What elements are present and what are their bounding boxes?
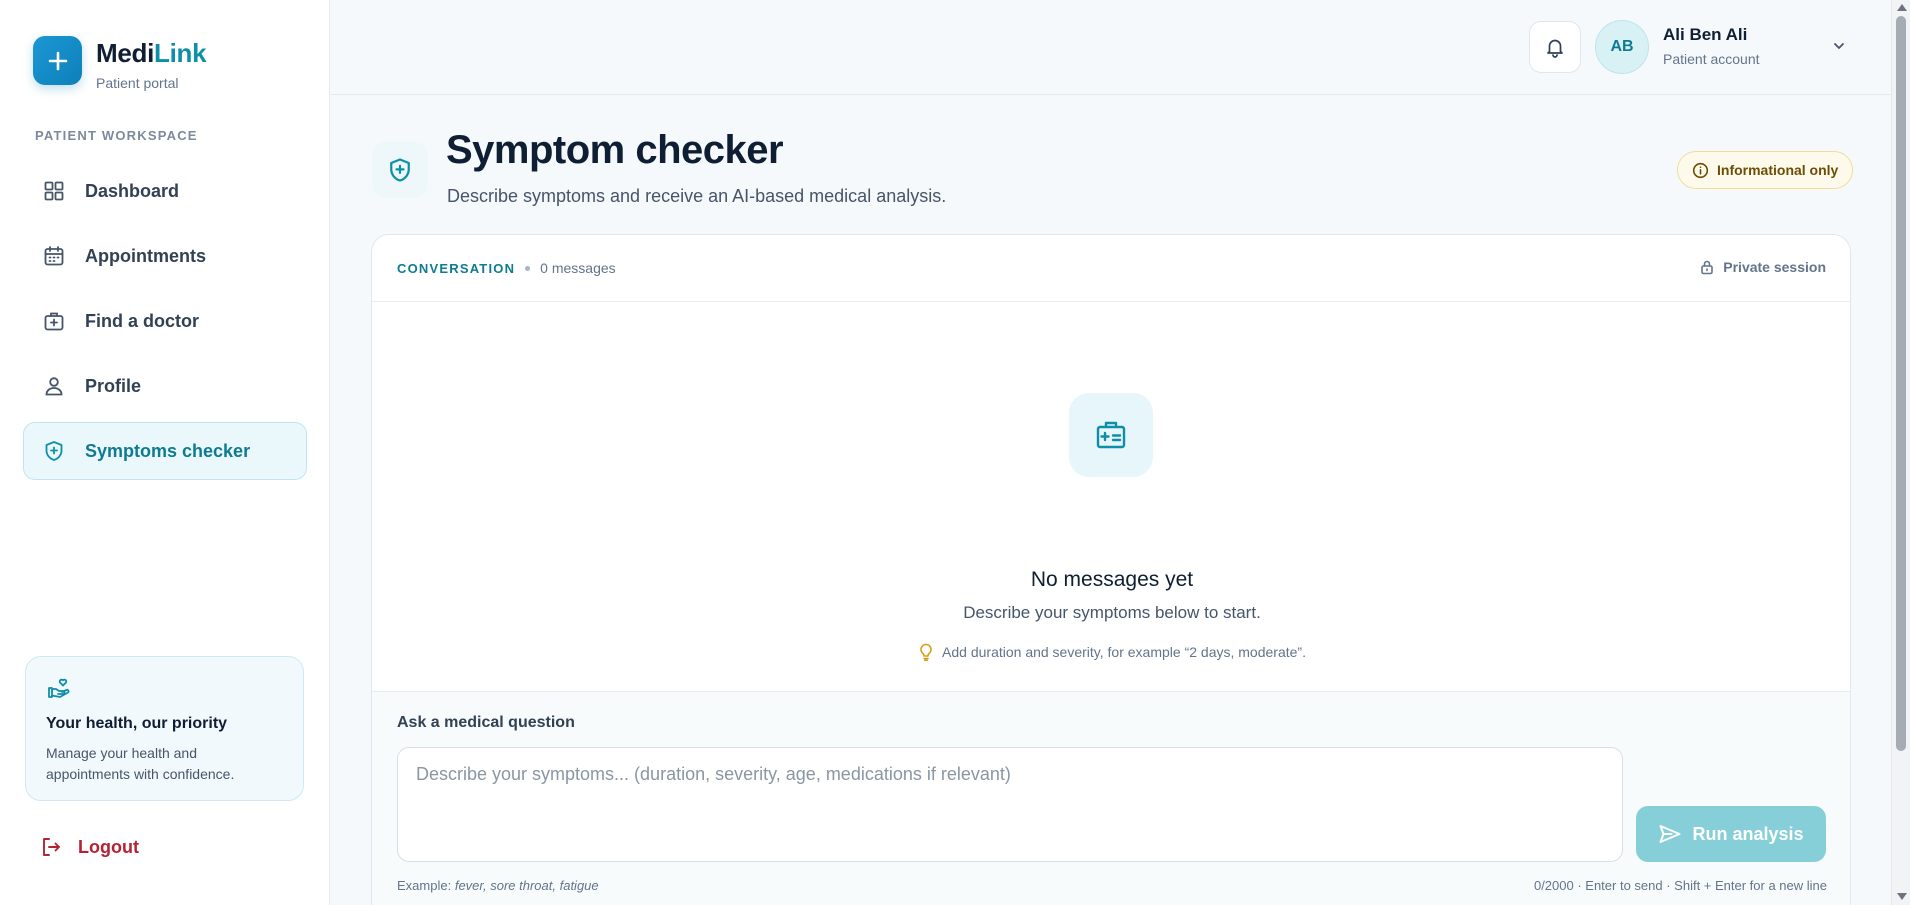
empty-state: No messages yet Describe your symptoms b…	[372, 303, 1850, 691]
avatar[interactable]: AB	[1595, 20, 1649, 74]
plus-icon	[33, 36, 82, 85]
informational-badge: Informational only	[1677, 151, 1854, 189]
lightbulb-icon	[918, 643, 934, 661]
sidebar-item-label: Symptoms checker	[85, 440, 251, 461]
hand-heart-icon	[46, 675, 283, 701]
promo-title: Your health, our priority	[46, 715, 228, 732]
shield-plus-icon	[42, 439, 66, 463]
calendar-icon	[42, 244, 66, 268]
sidebar-item-label: Profile	[85, 375, 142, 396]
brand-name: MediLink	[96, 38, 207, 68]
chevron-down-icon[interactable]	[1831, 38, 1847, 54]
grid-icon	[42, 179, 66, 203]
compose-label: Ask a medical question	[397, 714, 575, 731]
tip-text: Add duration and severity, for example “…	[942, 644, 1306, 660]
private-session-indicator: Private session	[1699, 259, 1826, 275]
sidebar-item-appointments[interactable]: Appointments	[23, 227, 307, 285]
sidebar-item-find-doctor[interactable]: Find a doctor	[23, 292, 307, 350]
bell-icon	[1544, 36, 1566, 58]
brand-text: MediLink Patient portal	[96, 38, 207, 91]
scroll-thumb[interactable]	[1896, 16, 1906, 751]
workspace-section-label: PATIENT WORKSPACE	[35, 128, 198, 143]
logout-icon	[40, 836, 62, 858]
sidebar-item-profile[interactable]: Profile	[23, 357, 307, 415]
sidebar-item-symptoms-checker[interactable]: Symptoms checker	[23, 422, 307, 480]
badge-label: Informational only	[1717, 162, 1839, 178]
page-subtitle: Describe symptoms and receive an AI-base…	[447, 186, 947, 206]
brand[interactable]: MediLink Patient portal	[33, 36, 207, 91]
logout-button[interactable]: Logout	[40, 836, 139, 858]
logout-label: Logout	[78, 836, 139, 857]
compose-area: Ask a medical question Run analysis Exam…	[372, 691, 1850, 905]
health-promo-card: Your health, our priority Manage your he…	[25, 656, 304, 801]
compose-example: Example: fever, sore throat, fatigue	[397, 878, 599, 893]
user-name[interactable]: Ali Ben Ali	[1663, 25, 1747, 45]
symptoms-input[interactable]	[397, 747, 1623, 862]
run-analysis-button[interactable]: Run analysis	[1636, 806, 1826, 862]
separator-dot	[525, 265, 531, 271]
medical-kit-icon	[1069, 393, 1153, 477]
sidebar-item-label: Dashboard	[85, 180, 180, 201]
info-icon	[1692, 162, 1709, 179]
send-icon	[1658, 823, 1682, 845]
promo-text: Manage your health and appointments with…	[46, 745, 235, 782]
brand-subtitle: Patient portal	[96, 75, 179, 91]
empty-state-tip: Add duration and severity, for example “…	[372, 643, 1850, 661]
sidebar: MediLink Patient portal PATIENT WORKSPAC…	[0, 0, 330, 905]
scroll-up-arrow[interactable]	[1897, 4, 1907, 11]
run-analysis-label: Run analysis	[1692, 823, 1804, 844]
notifications-button[interactable]	[1529, 21, 1581, 73]
sidebar-item-label: Appointments	[85, 245, 206, 266]
compose-hint: 0/2000 · Enter to send · Shift + Enter f…	[1533, 878, 1827, 893]
sidebar-item-label: Find a doctor	[85, 310, 199, 331]
topbar: AB Ali Ben Ali Patient account	[331, 0, 1891, 95]
sidebar-nav: Dashboard Appointments Find a doctor Pro…	[23, 162, 307, 487]
shield-plus-icon	[372, 142, 428, 198]
message-count: 0 messages	[540, 260, 616, 276]
private-session-label: Private session	[1723, 259, 1826, 275]
scroll-down-arrow[interactable]	[1897, 893, 1907, 900]
user-icon	[42, 374, 66, 398]
empty-state-subtitle: Describe your symptoms below to start.	[963, 603, 1261, 622]
sidebar-item-dashboard[interactable]: Dashboard	[23, 162, 307, 220]
page-title: Symptom checker	[446, 128, 784, 172]
page-scrollbar[interactable]	[1891, 0, 1910, 905]
conversation-header: CONVERSATION 0 messages Private session	[372, 235, 1850, 302]
lock-icon	[1699, 259, 1715, 275]
medical-bag-icon	[42, 309, 66, 333]
user-role: Patient account	[1663, 51, 1760, 67]
empty-state-title: No messages yet	[1030, 568, 1194, 591]
conversation-card: CONVERSATION 0 messages Private session …	[371, 234, 1851, 905]
conversation-label: CONVERSATION	[397, 260, 516, 276]
